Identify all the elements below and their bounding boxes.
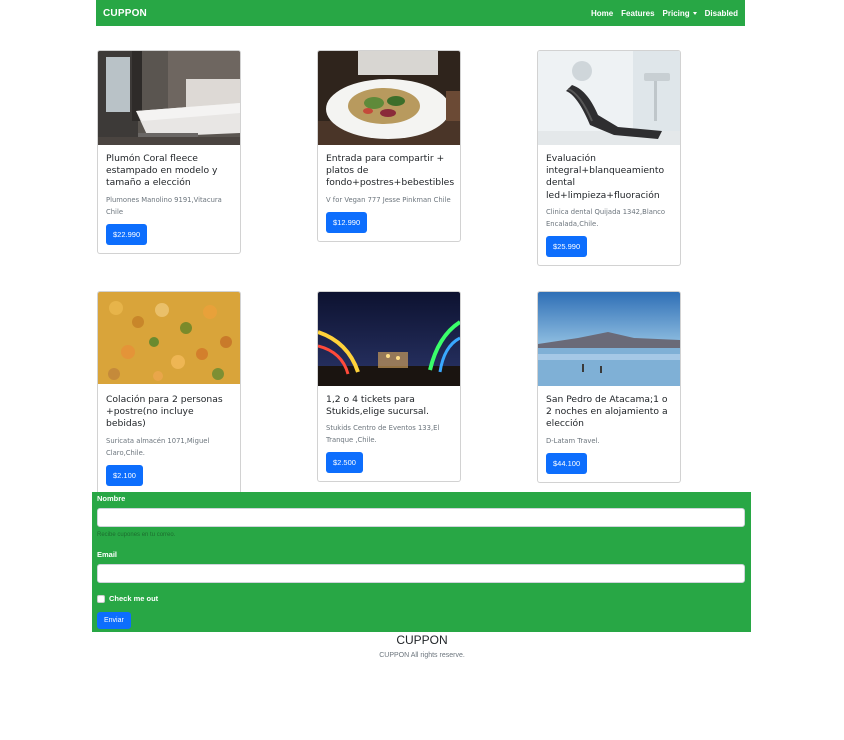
product-card: 1,2 o 4 tickets para Stukids,elige sucur… [317,291,461,483]
card-text: Stukids Centro de Eventos 133,El Tranque… [326,424,440,445]
price-button[interactable]: $12.990 [326,211,368,233]
card-body: San Pedro de Atacama;1 o 2 noches en alo… [538,386,680,482]
amusement-park-photo [318,292,460,386]
check-row: Check me out [97,594,158,603]
card-body: Entrada para compartir + platos de fondo… [318,145,460,241]
card-title: 1,2 o 4 tickets para Stukids,elige sucur… [326,394,429,418]
salt-flat-photo [538,292,680,386]
card-text: D-Latam Travel. [546,436,600,445]
card-body: Plumón Coral fleece estampado en modelo … [98,145,240,253]
nav-link-disabled: Disabled [704,8,738,18]
navbar-brand[interactable]: CUPPON [103,8,147,19]
card-text: Plumones Manolino 9191,Vitacura Chile [106,195,222,216]
bedroom-photo [98,51,240,145]
product-card: Plumón Coral fleece estampado en modelo … [97,50,241,254]
email-label: Email [97,550,118,559]
salad-plate-photo [318,51,460,145]
price-button[interactable]: $25.990 [546,235,588,257]
card-title: Plumón Coral fleece estampado en modelo … [106,153,218,189]
name-help-text: Recibe cupones en tu correo. [97,532,176,538]
email-input[interactable] [97,564,745,583]
product-card: Evaluación integral+blanqueamiento denta… [537,50,681,266]
nav-link-pricing[interactable]: Pricing [663,9,697,18]
card-body: Colación para 2 personas +postre(no incl… [98,386,240,494]
footer-title: CUPPON [396,633,448,647]
card-title: Entrada para compartir + platos de fondo… [326,153,455,189]
product-card: Entrada para compartir + platos de fondo… [317,50,461,242]
card-title: Colación para 2 personas +postre(no incl… [106,394,223,430]
card-body: 1,2 o 4 tickets para Stukids,elige sucur… [318,386,460,481]
chevron-down-icon [692,11,697,15]
price-button[interactable]: $2.500 [326,452,363,474]
name-label: Nombre [97,494,126,503]
nav-link-home[interactable]: Home [591,9,613,18]
product-card: Colación para 2 personas +postre(no incl… [97,291,241,495]
submit-button[interactable]: Enviar [97,612,131,629]
check-me-out-label[interactable]: Check me out [109,594,158,603]
food-dish-photo [98,292,240,386]
nav-link-features[interactable]: Features [621,9,654,18]
price-button[interactable]: $2.100 [106,464,143,486]
card-title: Evaluación integral+blanqueamiento denta… [546,153,665,201]
card-title: San Pedro de Atacama;1 o 2 noches en alo… [546,394,668,430]
card-text: V for Vegan 777 Jesse Pinkman Chile [326,195,451,204]
card-body: Evaluación integral+blanqueamiento denta… [538,145,680,265]
subscribe-form: Nombre Recibe cupones en tu correo. Emai… [92,492,751,632]
card-text: Suricata almacén 1071,Miguel Claro,Chile… [106,436,210,457]
price-button[interactable]: $22.990 [106,223,148,245]
footer-text: CUPPON All rights reserve. [379,652,465,659]
nav-links: Home Features Pricing Disabled [583,9,738,18]
price-button[interactable]: $44.100 [546,452,588,474]
card-text: Clinica dental Quijada 1342,Blanco Encal… [546,207,666,228]
product-card: San Pedro de Atacama;1 o 2 noches en alo… [537,291,681,483]
dental-chair-photo [538,51,680,145]
name-input[interactable] [97,508,745,527]
nav-link-pricing-label: Pricing [662,8,690,18]
check-me-out-checkbox[interactable] [97,594,105,603]
navbar: CUPPON Home Features Pricing Disabled [96,0,745,26]
